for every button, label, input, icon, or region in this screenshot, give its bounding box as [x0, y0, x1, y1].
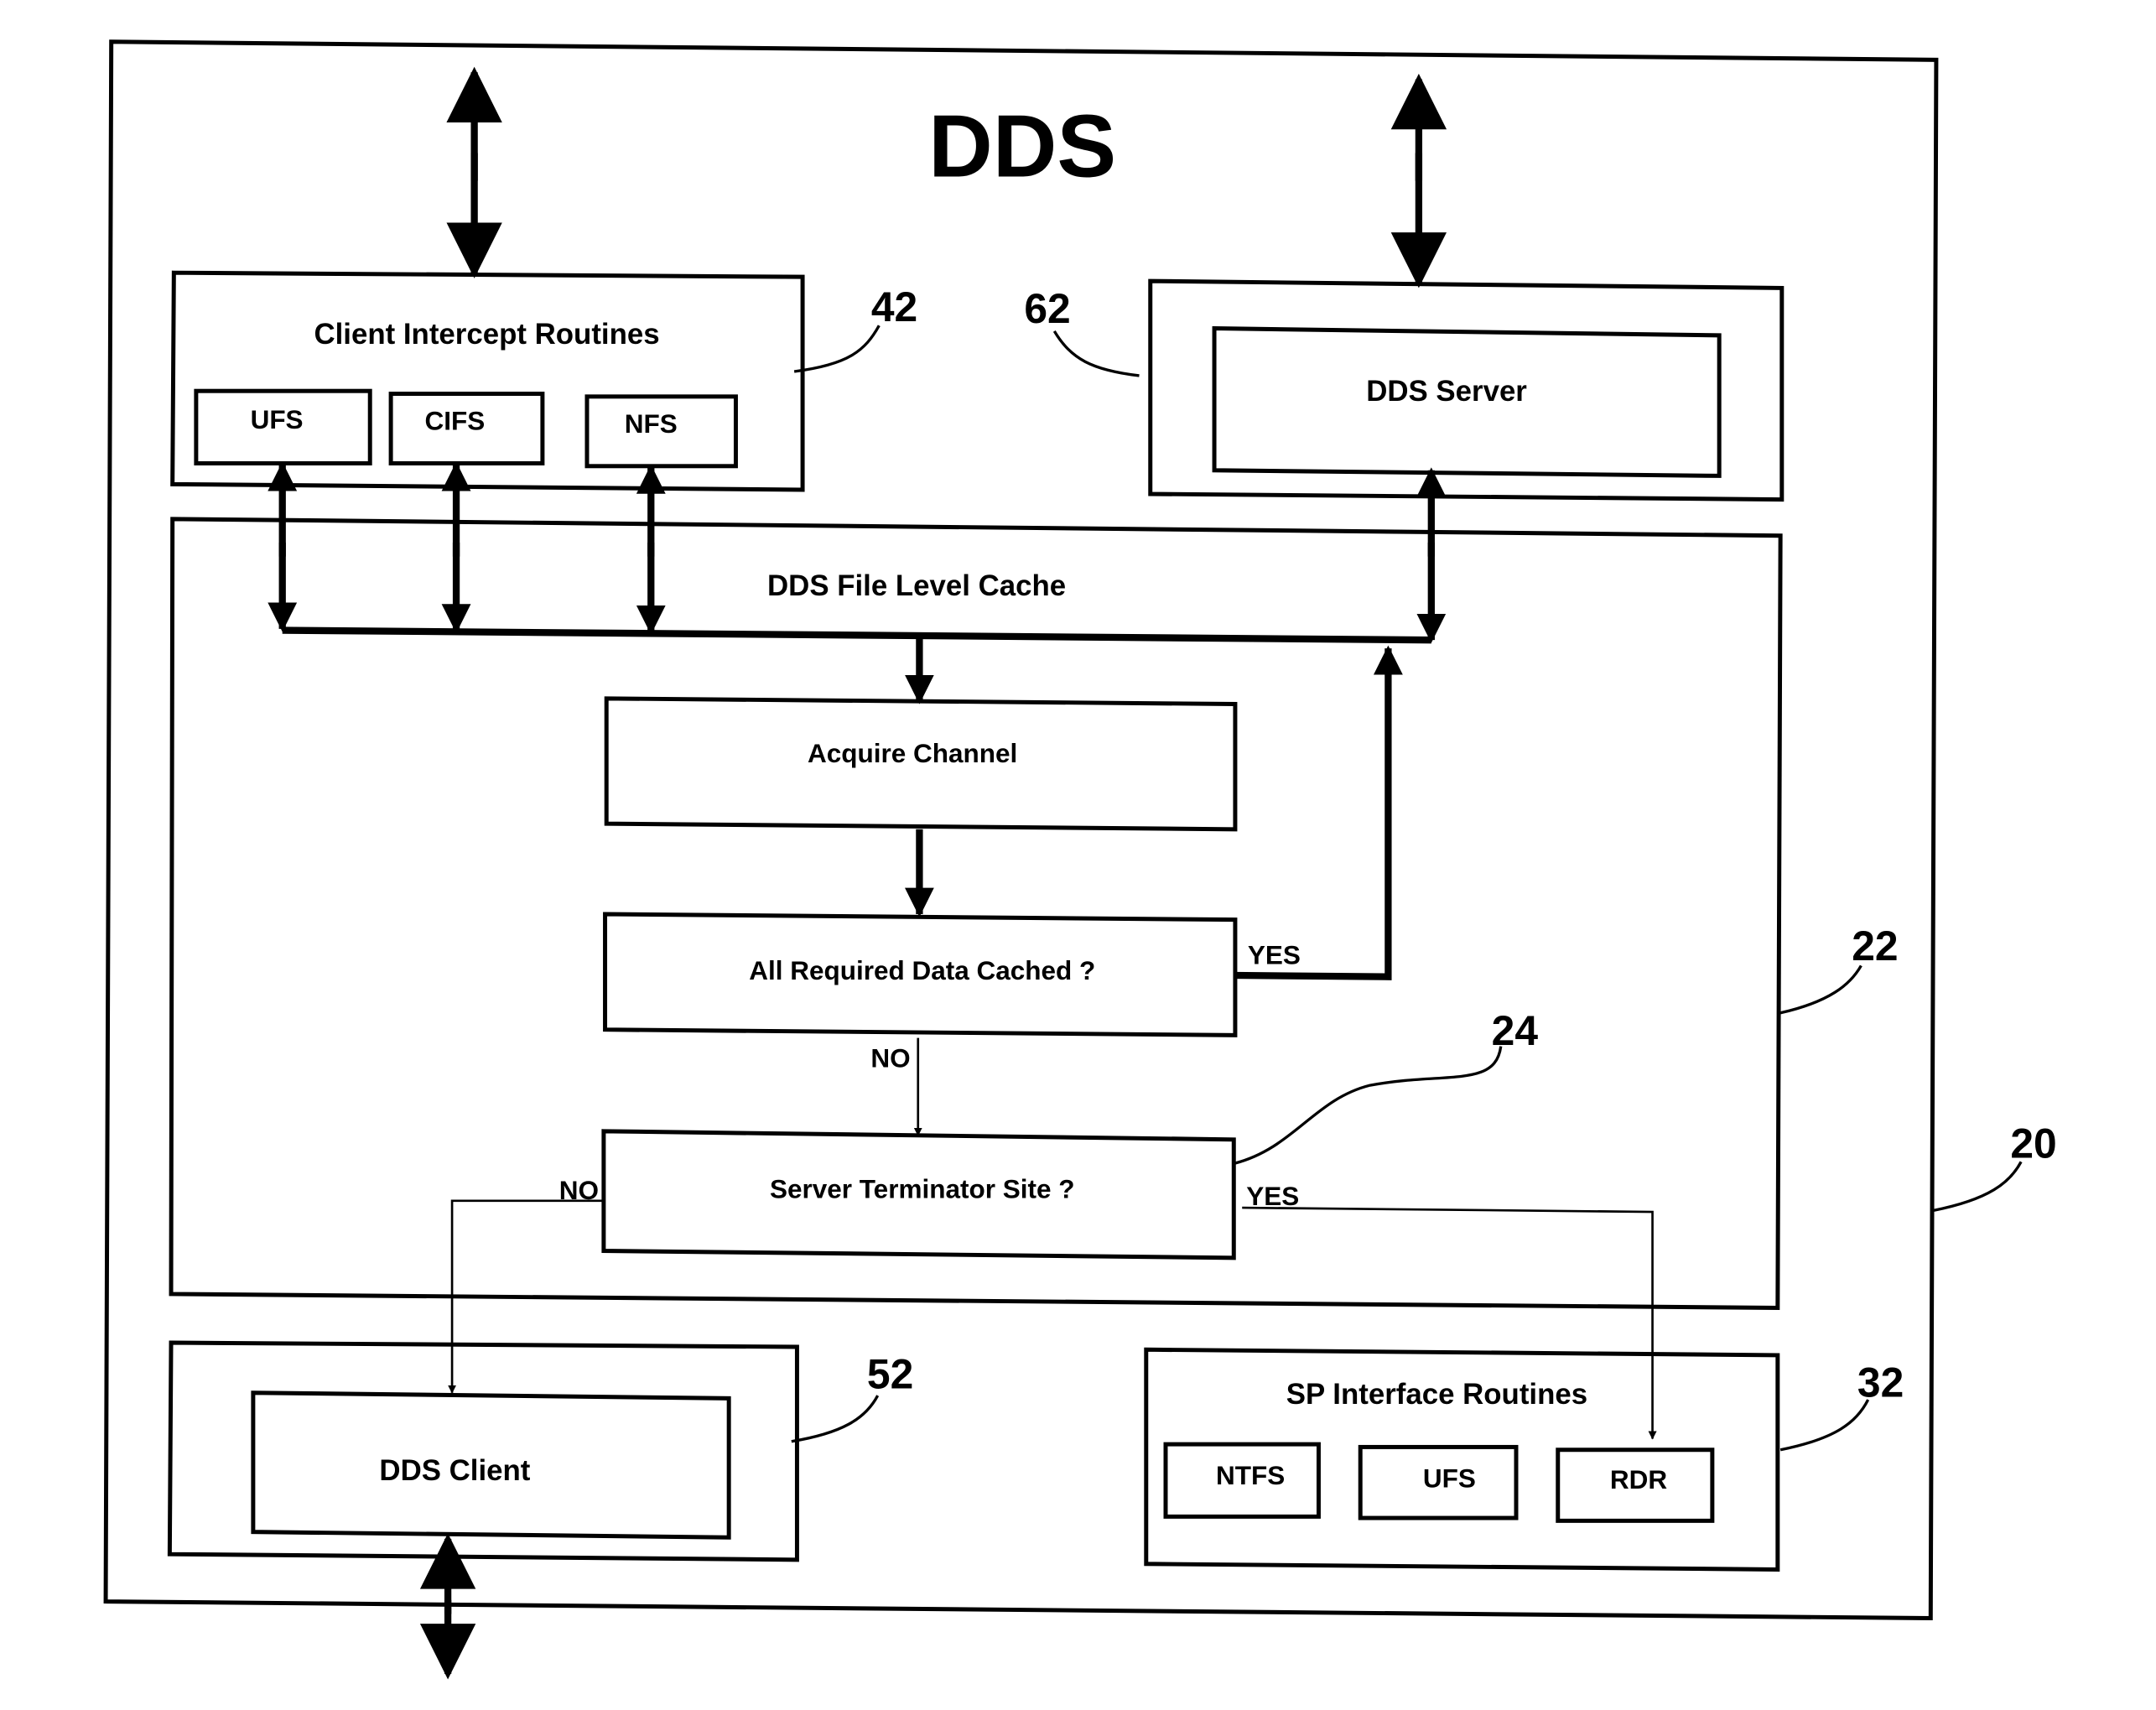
- ref-42: 42: [871, 283, 917, 330]
- server-terminator-yes-label: YES: [1246, 1181, 1299, 1211]
- ref-52-leader: [791, 1395, 880, 1443]
- sp-interface-label: SP Interface Routines: [1286, 1378, 1587, 1411]
- all-cached-yes-label: YES: [1248, 940, 1301, 970]
- file-level-cache-label: DDS File Level Cache: [767, 569, 1066, 602]
- all-cached-label: All Required Data Cached ?: [749, 955, 1095, 985]
- client-cifs-label: CIFS: [425, 406, 486, 436]
- dds-title: DDS: [928, 97, 1116, 196]
- dds-server-outer-box: DDS Server: [1148, 278, 1785, 502]
- ref-62-leader: [1052, 330, 1140, 377]
- dds-client-outer-box: [167, 1340, 799, 1562]
- ref-22-leader: [1779, 964, 1862, 1015]
- ref-32-leader: [1779, 1399, 1870, 1452]
- ref-32: 32: [1857, 1359, 1904, 1406]
- all-cached-no-label: NO: [870, 1043, 910, 1073]
- acquire-channel-label: Acquire Channel: [808, 738, 1017, 768]
- client-intercept-label: Client Intercept Routines: [314, 318, 659, 351]
- dds-server-label: DDS Server: [1366, 375, 1527, 408]
- ref-24-leader: [1234, 1046, 1503, 1165]
- ref-24: 24: [1492, 1007, 1539, 1054]
- ref-42-leader: [793, 325, 881, 373]
- cache-bus-line: [282, 626, 1431, 644]
- ref-62: 62: [1024, 285, 1070, 332]
- dds-client-label: DDS Client: [379, 1454, 530, 1487]
- sp-ufs-label: UFS: [1423, 1463, 1476, 1494]
- ref-20-leader: [1933, 1161, 2023, 1213]
- sp-ntfs-label: NTFS: [1216, 1460, 1285, 1490]
- sp-interface-routines-box: SP Interface Routines NTFS UFS RDR: [1144, 1347, 1780, 1572]
- server-terminator-label: Server Terminator Site ?: [770, 1173, 1075, 1203]
- cached-yes-path: [1234, 645, 1403, 980]
- ref-20: 20: [2010, 1120, 2056, 1167]
- ref-22: 22: [1852, 923, 1898, 969]
- client-nfs-label: NFS: [625, 408, 678, 439]
- dds-outer-box: [103, 39, 1939, 1621]
- client-ufs-label: UFS: [251, 404, 304, 434]
- client-intercept-routines-box: Client Intercept Routines UFS CIFS NFS: [170, 270, 805, 492]
- sp-rdr-label: RDR: [1610, 1464, 1667, 1494]
- ref-52: 52: [867, 1351, 913, 1398]
- dds-diagram: DDS Client Intercept Routines UFS CIFS N…: [103, 39, 2057, 1680]
